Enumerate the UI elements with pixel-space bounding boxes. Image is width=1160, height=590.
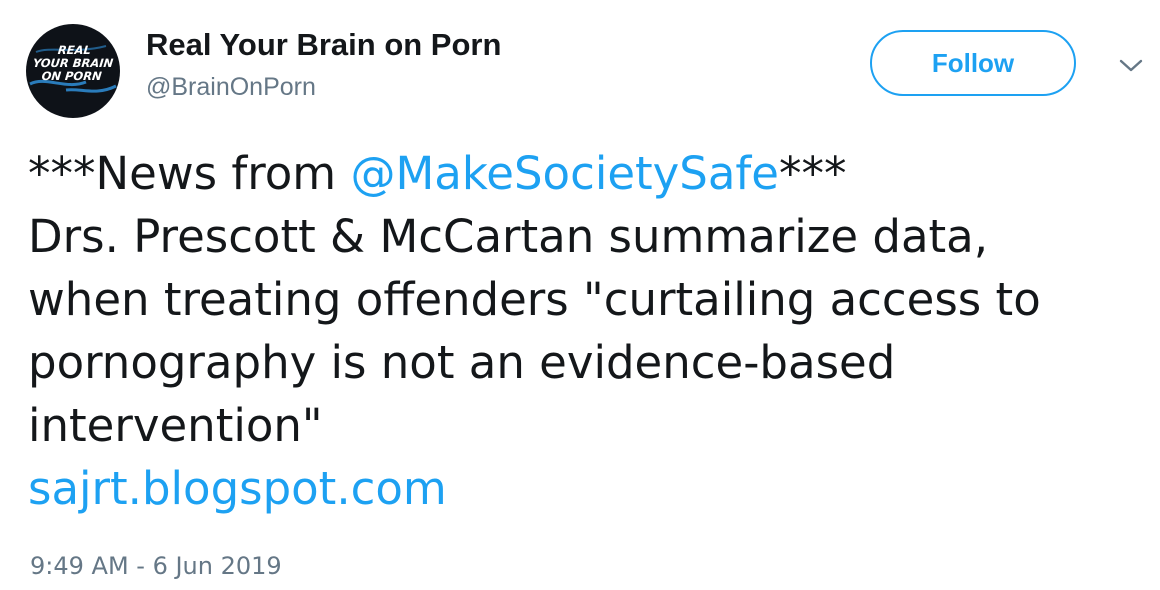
tweet-line-2: Drs. Prescott & McCartan summarize data, [28,210,989,263]
tweet-prefix: ***News from [28,147,351,200]
mention-link[interactable]: @MakeSocietySafe [350,147,779,200]
tweet-line-3: when treating offenders "curtailing acce… [28,273,1041,326]
tweet-line-1: ***News from @MakeSocietySafe*** [28,142,1138,205]
external-url-link[interactable]: sajrt.blogspot.com [28,462,447,515]
follow-button[interactable]: Follow [870,30,1076,96]
tweet-timestamp[interactable]: 9:49 AM - 6 Jun 2019 [30,552,282,580]
tweet-suffix: *** [778,147,847,200]
author-display-name[interactable]: Real Your Brain on Porn [146,27,501,63]
tweet-card: REAL YOUR BRAIN ON PORN Real Your Brain … [0,0,1160,590]
tweet-line-5: intervention" [28,399,323,452]
chevron-down-icon[interactable] [1117,56,1145,76]
tweet-line-4: pornography is not an evidence-based [28,336,896,389]
author-handle[interactable]: @BrainOnPorn [146,73,316,102]
avatar-logo-text: REAL YOUR BRAIN ON PORN [26,43,120,83]
avatar-line-3: ON PORN [40,69,103,83]
tweet-text: ***News from @MakeSocietySafe*** Drs. Pr… [28,142,1138,520]
tweet-url-line: sajrt.blogspot.com [28,457,1138,520]
avatar[interactable]: REAL YOUR BRAIN ON PORN [26,24,120,118]
